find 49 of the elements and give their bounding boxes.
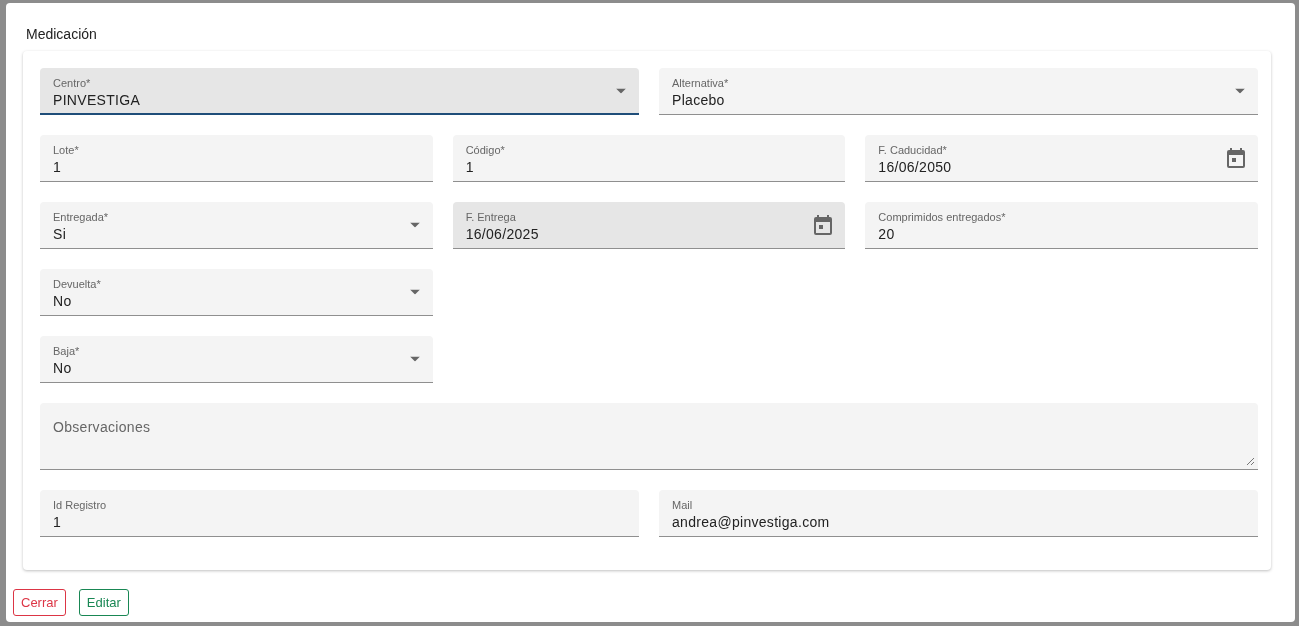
field-value: Si [53, 225, 68, 244]
text-field[interactable]: Código* 1 [452, 135, 846, 182]
caret-icon[interactable] [1235, 88, 1245, 94]
select-field[interactable]: Devuelta* No [40, 269, 433, 316]
field-label: Código* [465, 143, 506, 157]
caret-icon[interactable] [616, 88, 626, 93]
text-field[interactable]: Mail andrea@pinvestiga.com [659, 490, 1258, 537]
caret-icon[interactable] [409, 356, 420, 362]
caret-icon[interactable] [409, 222, 420, 228]
field-label: Comprimidos entregados* [878, 210, 1007, 224]
field-label: Devuelta* [53, 277, 102, 291]
field-value: No [53, 359, 73, 378]
calendar-icon[interactable] [1227, 148, 1245, 168]
close-button[interactable]: Cerrar [13, 589, 66, 616]
field-value: 1 [465, 158, 475, 177]
field-label: F. Caducidad* [878, 143, 948, 157]
textarea-field[interactable]: Observaciones [40, 403, 1258, 470]
field-label: F. Entrega [465, 210, 517, 224]
dialog-title: Medicación [26, 25, 97, 43]
field-value: 20 [878, 225, 896, 244]
calendar-icon[interactable] [814, 215, 833, 235]
text-field[interactable]: Comprimidos entregados* 20 [865, 202, 1258, 249]
date-field[interactable]: F. Caducidad* 16/06/2050 [865, 135, 1258, 182]
caret-icon[interactable] [409, 289, 420, 295]
field-label: Mail [672, 498, 694, 512]
field-label: Alternativa* [672, 76, 730, 90]
field-label: Id Registro [53, 498, 108, 512]
field-value: 16/06/2025 [465, 225, 540, 244]
field-value: 1 [53, 158, 63, 177]
select-field[interactable]: Alternativa* Placebo [659, 68, 1258, 115]
text-field[interactable]: Id Registro 1 [40, 490, 639, 537]
field-placeholder: Observaciones [53, 419, 152, 435]
field-value: andrea@pinvestiga.com [672, 513, 831, 532]
field-value: PINVESTIGA [53, 91, 142, 110]
resize-handle-icon[interactable] [1246, 457, 1254, 465]
field-label: Baja* [53, 344, 81, 358]
field-value: Placebo [672, 91, 726, 110]
field-label: Centro* [53, 76, 92, 90]
select-field[interactable]: Entregada* Si [40, 202, 433, 249]
text-field[interactable]: Lote* 1 [40, 135, 433, 182]
select-field[interactable]: Centro* PINVESTIGA [40, 68, 639, 115]
field-label: Lote* [53, 143, 80, 157]
field-label: Entregada* [53, 210, 110, 224]
field-value: 1 [53, 513, 63, 532]
field-value: 16/06/2050 [878, 158, 953, 177]
field-value: No [53, 292, 73, 311]
select-field[interactable]: Baja* No [40, 336, 433, 383]
edit-button[interactable]: Editar [78, 589, 129, 616]
date-field[interactable]: F. Entrega 16/06/2025 [452, 202, 846, 249]
